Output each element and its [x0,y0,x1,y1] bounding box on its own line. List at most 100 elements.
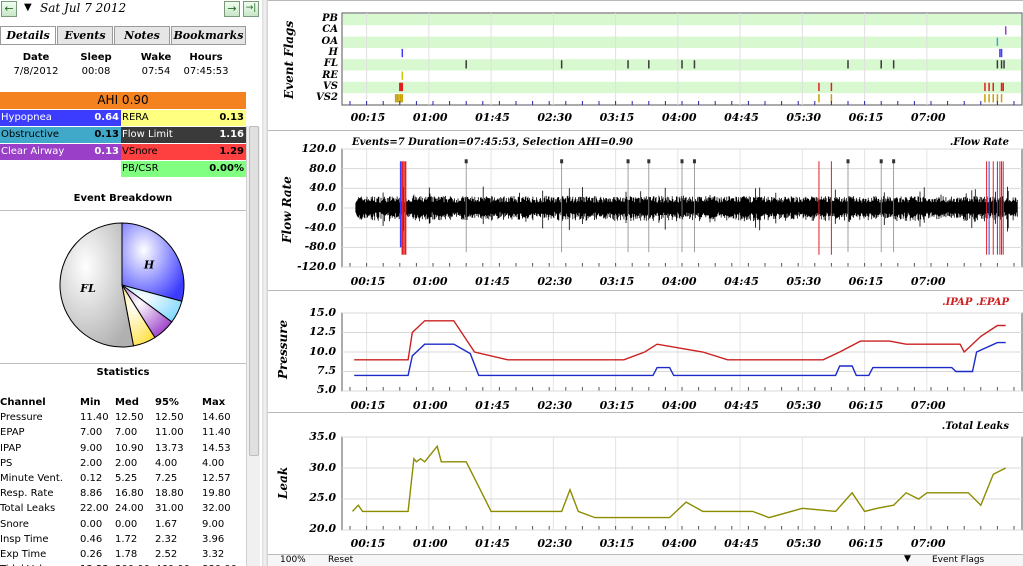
time-tick-label: 04:00 [661,275,697,288]
event-flags-dropdown[interactable]: Event Flags [932,555,984,565]
time-tick-label: 01:45 [475,275,510,288]
time-tick-label: 01:00 [412,275,448,288]
pressure-legend: .IPAP .EPAP [942,297,1009,308]
flow-rate-ylabel: Flow Rate [280,176,294,243]
time-tick-label: 03:15 [599,275,635,288]
sleep-header: Sleep [80,52,112,63]
stats-cell: 9.00 [202,518,225,530]
stats-cell: Max [202,397,226,408]
time-tick-label: 02:30 [537,111,573,124]
flow-limit-marker-cap [680,159,684,164]
y-tick-label: 12.5 [309,325,336,339]
tab-bookmarks[interactable]: Bookmarks [171,26,246,44]
back-arrow-icon[interactable]: ← [1,1,17,17]
time-tick-label: 04:45 [724,399,759,412]
stats-cell: 7.00 [115,427,138,439]
y-tick-label: 0.0 [316,201,336,214]
stats-cell: 2.32 [155,533,178,545]
tab-bar: Details Events Notes Bookmarks [0,26,246,45]
chevron-down-icon[interactable]: ▼ [904,554,911,564]
stats-cell: 0.00 [80,518,103,530]
time-tick-label: 00:15 [350,537,386,550]
stats-cell: 16.80 [115,488,144,500]
leak-chart[interactable] [341,436,1023,532]
stats-channel: Channel [0,397,46,408]
graphs-area: Event Flags PB CA OA H FL RE VS VS2 00:15 01:00 0… [268,0,1023,566]
pressure-ylabel: Pressure [276,319,290,379]
date-selector[interactable]: Sat Jul 7 2012 [40,1,126,15]
flow-rate-panel: Events=7 Duration=07:45:53, Selection AH… [268,130,1023,290]
flow-limit-marker-cap [846,159,850,164]
stats-channel: Insp Time [0,533,49,545]
stats-row: Total Leaks 22.00 24.00 31.00 32.00 [0,501,246,516]
time-tick-label: 03:15 [599,399,635,412]
index-value: 0.13 [219,112,244,123]
stats-cell: 3.32 [202,548,225,560]
stats-row: PS 2.00 2.00 4.00 4.00 [0,456,246,471]
flow-rate-title: Events=7 Duration=07:45:53, Selection AH… [352,137,633,148]
flag-label-oa: OA [321,35,338,47]
stats-cell: 12.50 [155,412,184,424]
tab-divider [0,44,246,45]
tab-events[interactable]: Events [57,26,113,44]
time-tick-label: 04:45 [724,275,759,288]
leak-legend: .Total Leaks [941,421,1009,432]
time-tick-label: 06:15 [848,399,884,412]
stats-cell: 14.53 [202,442,231,454]
stats-cell: 7.00 [80,427,103,439]
stats-row: Tidal Volume 13.33 300.00 460.00 880.00 [0,562,246,566]
stats-cell: 12.57 [202,472,231,484]
zoom-level: 100% [280,555,306,565]
flow-limit-marker-cap [647,159,651,164]
reset-button[interactable]: Reset [328,555,353,565]
forward-arrow-icon[interactable]: → [224,1,240,17]
flag-band [343,81,1021,94]
tab-notes[interactable]: Notes [114,26,170,44]
stats-row: Minute Vent. 0.12 5.25 7.25 12.57 [0,471,246,486]
time-tick-label: 07:00 [910,537,946,550]
index-row-vsnore: VSnore 1.29 [121,144,246,160]
stats-channel: Resp. Rate [0,488,54,500]
stats-cell: 2.00 [115,457,138,469]
y-tick-label: 30.0 [309,460,336,474]
stats-row: EPAP 7.00 7.00 11.00 11.40 [0,425,246,440]
triangle-down-icon[interactable]: ▼ [24,2,32,13]
y-tick-label: 5.0 [316,383,336,396]
time-tick-label: 04:45 [724,537,759,550]
stats-cell: 95% [155,397,179,408]
statistics-title: Statistics [96,367,150,378]
index-row-obstructive: Obstructive 0.13 [0,127,121,143]
y-tick-label: -40.0 [304,220,336,234]
stats-channel: EPAP [0,427,25,439]
stats-cell: 11.40 [80,412,109,424]
stats-cell: 0.26 [80,548,103,560]
flow-rate-chart[interactable] [341,148,1023,269]
left-scrollbar[interactable] [246,126,260,566]
statistics-table: Channel Min Med 95% Max Pressure 11.40 12.50 12.… [0,395,246,566]
y-tick-label: 120.0 [301,142,336,155]
hours-header: Hours [189,52,223,63]
stats-cell: 300.00 [115,562,150,566]
stats-cell: 11.00 [155,427,184,439]
stats-cell: 2.00 [80,457,103,469]
event-flags-chart[interactable] [341,12,1023,106]
flag-label-re: RE [322,69,338,81]
stats-cell: 7.25 [155,472,178,484]
leak-ylabel: Leak [276,466,290,499]
flag-label-h: H [328,46,338,58]
time-tick-label: 01:00 [412,399,448,412]
stats-cell: 1.72 [115,533,138,545]
tab-details[interactable]: Details [0,26,56,45]
last-day-icon[interactable]: →| [243,1,259,17]
stats-cell: 5.25 [115,472,138,484]
stats-cell: 0.12 [80,472,103,484]
y-tick-label: 40.0 [309,181,336,195]
y-tick-label: 7.5 [316,363,336,377]
scrollbar-thumb[interactable] [249,126,259,456]
stats-cell: 12.50 [115,412,144,424]
stats-channel: Tidal Volume [0,562,64,566]
stats-cell: 2.52 [155,548,178,560]
stats-cell: 22.00 [80,503,109,515]
time-tick-label: 01:00 [412,537,448,550]
pressure-chart[interactable] [341,312,1023,393]
